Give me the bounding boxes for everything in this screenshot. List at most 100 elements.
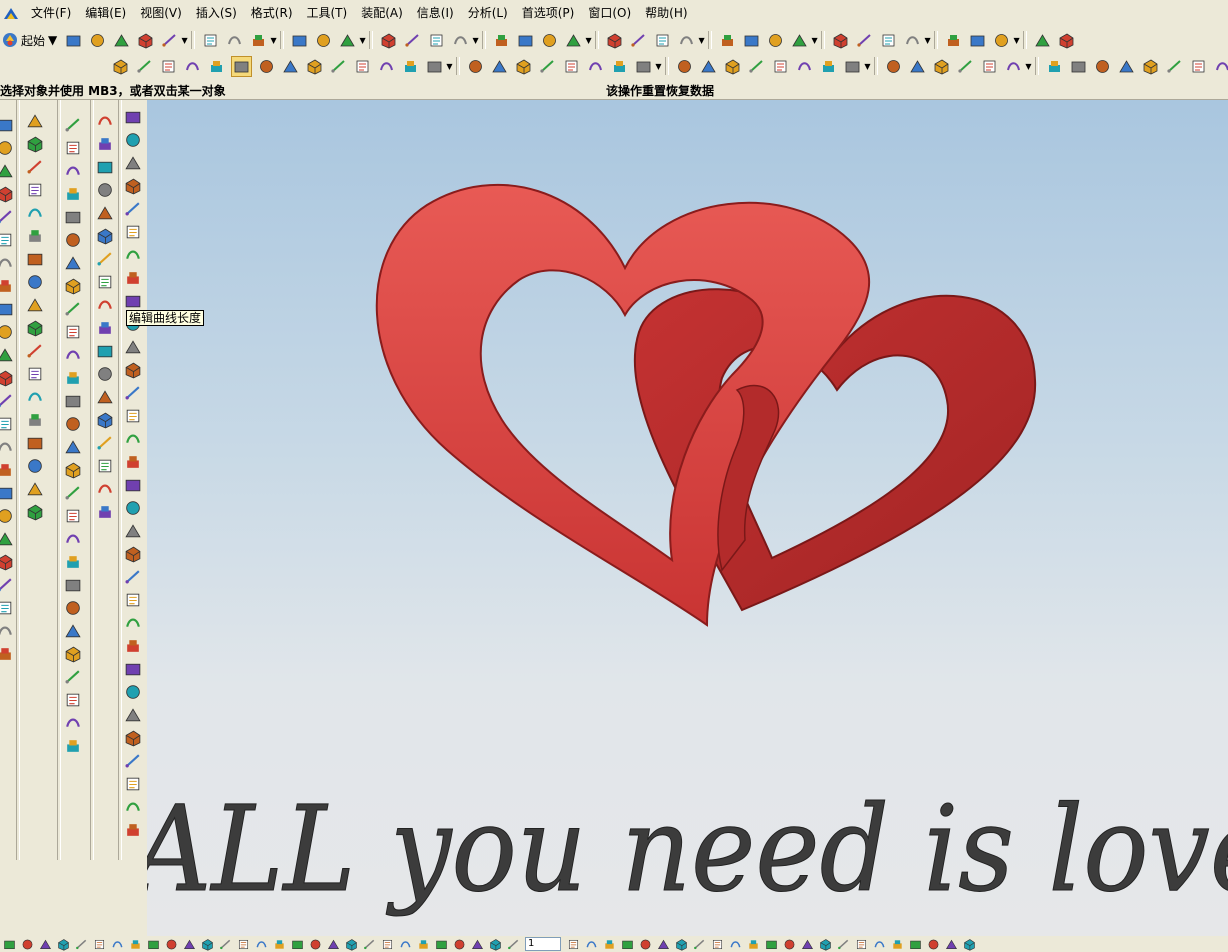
chevron-down-icon[interactable]: ▼ — [924, 36, 931, 45]
sidebar-tool-icon[interactable] — [26, 457, 44, 475]
refresh-icon[interactable] — [379, 31, 398, 50]
sidebar-tool-icon[interactable] — [26, 296, 44, 314]
bottom-tool-icon[interactable] — [452, 937, 466, 951]
sidebar-tool-icon[interactable] — [124, 683, 142, 701]
bottom-tool-icon[interactable] — [326, 937, 340, 951]
sidebar-tool-icon[interactable] — [64, 553, 82, 571]
sidebar-tool-icon[interactable] — [26, 135, 44, 153]
sidebar-tool-icon[interactable] — [124, 752, 142, 770]
sidebar-tool-icon[interactable] — [26, 365, 44, 383]
sidebar-tool-icon[interactable] — [96, 112, 114, 130]
bottom-tool-icon[interactable] — [20, 937, 34, 951]
part-nav-icon[interactable] — [944, 31, 963, 50]
sidebar-tool-icon[interactable] — [0, 622, 14, 640]
bottom-tool-icon[interactable] — [2, 937, 16, 951]
bottom-tool-icon[interactable] — [200, 937, 214, 951]
feature-tool-icon[interactable] — [257, 57, 276, 76]
sidebar-tool-icon[interactable] — [0, 530, 14, 548]
sidebar-tool-icon[interactable] — [64, 622, 82, 640]
model-text[interactable]: ALL you need is love — [147, 780, 1228, 918]
sidebar-tool-icon[interactable] — [96, 388, 114, 406]
chevron-down-icon[interactable]: ▼ — [446, 62, 453, 71]
sidebar-tool-icon[interactable] — [124, 338, 142, 356]
menu-item[interactable]: 编辑(E) — [78, 0, 133, 27]
chevron-down-icon[interactable]: ▼ — [1013, 36, 1020, 45]
feature-tool-icon[interactable] — [723, 57, 742, 76]
bottom-tool-icon[interactable] — [854, 937, 868, 951]
sidebar-tool-icon[interactable] — [124, 522, 142, 540]
feature-tool-icon[interactable] — [1069, 57, 1088, 76]
sidebar-tool-icon[interactable] — [124, 246, 142, 264]
delete-icon[interactable] — [249, 31, 268, 50]
sidebar-tool-icon[interactable] — [26, 503, 44, 521]
bottom-tool-icon[interactable] — [638, 937, 652, 951]
sidebar-tool-icon[interactable] — [0, 231, 14, 249]
feature-tool-icon[interactable] — [353, 57, 372, 76]
sidebar-tool-icon[interactable] — [96, 319, 114, 337]
bottom-tool-icon[interactable] — [674, 937, 688, 951]
sidebar-tool-icon[interactable] — [64, 461, 82, 479]
feature-tool-icon[interactable] — [401, 57, 420, 76]
sidebar-tool-icon[interactable] — [26, 411, 44, 429]
sidebar-tool-icon[interactable] — [124, 499, 142, 517]
print-icon[interactable] — [136, 31, 155, 50]
start-button[interactable]: 起始 ▼ — [2, 32, 57, 49]
feature-tool-icon[interactable] — [586, 57, 605, 76]
feature-tool-icon[interactable] — [562, 57, 581, 76]
bottom-tool-icon[interactable] — [272, 937, 286, 951]
sidebar-tool-icon[interactable] — [64, 599, 82, 617]
sidebar-tool-icon[interactable] — [26, 204, 44, 222]
sidebar-tool-icon[interactable] — [64, 231, 82, 249]
sidebar-tool-icon[interactable] — [26, 319, 44, 337]
sidebar-tool-icon[interactable] — [26, 112, 44, 130]
menu-item[interactable]: 格式(R) — [244, 0, 300, 27]
sidebar-tool-icon[interactable] — [124, 384, 142, 402]
bottom-tool-icon[interactable] — [254, 937, 268, 951]
sidebar-tool-icon[interactable] — [64, 277, 82, 295]
feature-tool-icon[interactable] — [111, 57, 130, 76]
sidebar-tool-icon[interactable] — [64, 645, 82, 663]
sidebar-tool-icon[interactable] — [124, 177, 142, 195]
sidebar-tool-icon[interactable] — [26, 434, 44, 452]
bottom-tool-icon[interactable] — [398, 937, 412, 951]
sidebar-tool-icon[interactable] — [0, 553, 14, 571]
sidebar-tool-icon[interactable] — [124, 361, 142, 379]
bottom-tool-icon[interactable] — [818, 937, 832, 951]
bottom-tool-icon[interactable] — [146, 937, 160, 951]
bottom-tool-icon[interactable] — [38, 937, 52, 951]
bottom-tool-icon[interactable] — [764, 937, 778, 951]
sidebar-tool-icon[interactable] — [0, 277, 14, 295]
sidebar-tool-icon[interactable] — [64, 415, 82, 433]
render-icon[interactable] — [653, 31, 672, 50]
bottom-tool-icon[interactable] — [926, 937, 940, 951]
bottom-tool-icon[interactable] — [236, 937, 250, 951]
sidebar-tool-icon[interactable] — [0, 116, 14, 134]
bottom-tool-icon[interactable] — [962, 937, 976, 951]
copy-icon[interactable] — [201, 31, 220, 50]
menu-item[interactable]: 信息(I) — [410, 0, 461, 27]
sidebar-tool-icon[interactable] — [0, 507, 14, 525]
sidebar-tool-icon[interactable] — [124, 407, 142, 425]
sidebar-tool-icon[interactable] — [64, 576, 82, 594]
sidebar-tool-icon[interactable] — [124, 798, 142, 816]
bottom-tool-icon[interactable] — [218, 937, 232, 951]
feature-tool-icon[interactable] — [675, 57, 694, 76]
bottom-tool-icon[interactable] — [506, 937, 520, 951]
bottom-tool-icon[interactable] — [620, 937, 634, 951]
sidebar-tool-icon[interactable] — [0, 208, 14, 226]
sidebar-tool-icon[interactable] — [26, 388, 44, 406]
menu-item[interactable]: 插入(S) — [189, 0, 244, 27]
sidebar-tool-icon[interactable] — [64, 507, 82, 525]
sidebar-tool-icon[interactable] — [124, 614, 142, 632]
sidebar-tool-icon[interactable] — [26, 480, 44, 498]
chevron-down-icon[interactable]: ▼ — [1025, 62, 1032, 71]
feature-tool-icon[interactable] — [932, 57, 951, 76]
sidebar-tool-icon[interactable] — [96, 434, 114, 452]
feature-tool-icon[interactable] — [980, 57, 999, 76]
bottom-tool-icon[interactable] — [290, 937, 304, 951]
sidebar-tool-icon[interactable] — [124, 269, 142, 287]
sidebar-tool-icon[interactable] — [64, 185, 82, 203]
sidebar-tool-icon[interactable] — [0, 346, 14, 364]
sidebar-tool-icon[interactable] — [0, 254, 14, 272]
select-filter-icon[interactable] — [338, 31, 357, 50]
